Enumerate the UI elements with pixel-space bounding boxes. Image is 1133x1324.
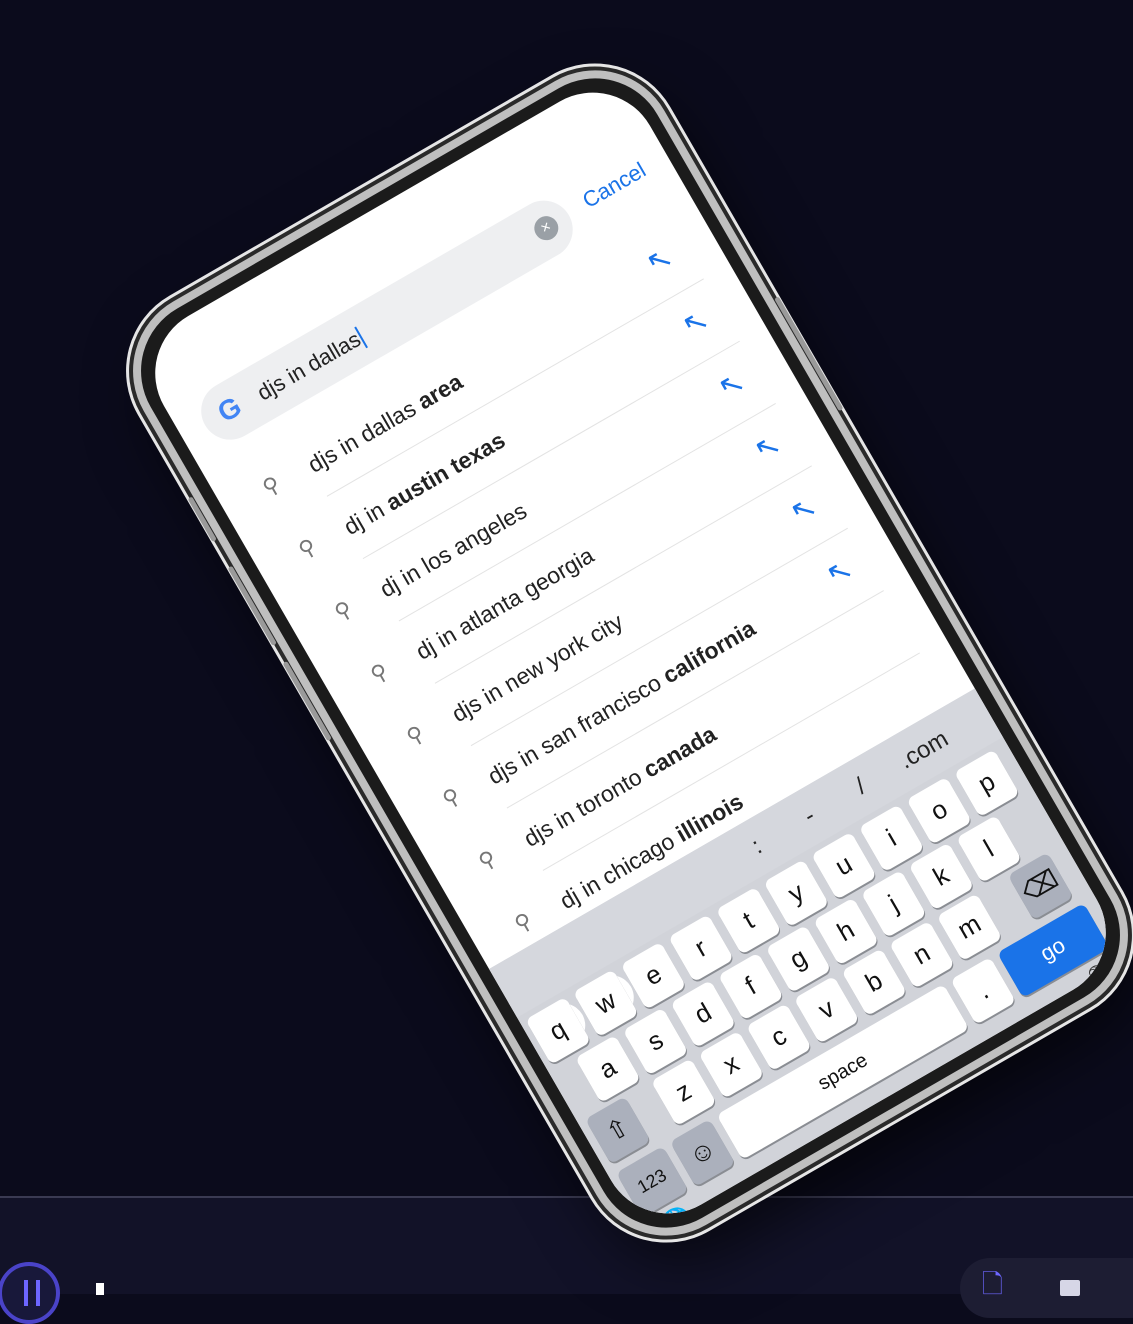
search-icon: ⚲ [329, 595, 357, 626]
key-slash[interactable]: / [851, 773, 871, 801]
key-dotcom[interactable]: .com [894, 725, 953, 775]
search-icon: ⚲ [437, 782, 465, 813]
fill-query-arrow-icon[interactable]: ↖ [674, 301, 718, 345]
key-colon[interactable]: : [747, 833, 767, 861]
key-hyphen[interactable]: - [799, 802, 820, 830]
search-icon: ⚲ [293, 533, 321, 563]
phone-screen: G djs in dallas × Cancel ⚲ djs in dallas… [131, 68, 1130, 1238]
search-icon: ⚲ [509, 907, 537, 938]
search-icon: ⚲ [401, 720, 429, 750]
document-icon: 🗋 [982, 1269, 1003, 1299]
shift-key[interactable]: ⇧ [585, 1096, 651, 1165]
dictation-icon[interactable]: 🎙 [1080, 957, 1121, 997]
cancel-button[interactable]: Cancel [578, 157, 650, 214]
go-button[interactable]: go [997, 902, 1110, 998]
brand-logo[interactable] [0, 1262, 60, 1324]
brand-name-fragment [96, 1283, 104, 1295]
document-button-label [1060, 1280, 1080, 1296]
search-query-text: djs in dallas [252, 326, 365, 406]
phone-mockup: G djs in dallas × Cancel ⚲ djs in dallas… [103, 41, 1133, 1265]
google-logo-icon: G [212, 390, 247, 429]
search-icon: ⚲ [257, 470, 285, 501]
logo-mark-icon [24, 1280, 40, 1306]
phone-mute-switch [187, 496, 217, 543]
fill-query-arrow-icon[interactable]: ↖ [710, 364, 754, 408]
fill-query-arrow-icon[interactable]: ↖ [818, 551, 862, 595]
search-icon: ⚲ [365, 657, 393, 688]
document-button[interactable]: 🗋 [960, 1258, 1133, 1318]
search-input[interactable]: djs in dallas [252, 325, 369, 407]
search-icon: ⚲ [473, 844, 501, 875]
fill-query-arrow-icon[interactable]: ↖ [782, 488, 826, 532]
fill-query-arrow-icon[interactable]: ↖ [638, 239, 682, 283]
fill-query-arrow-icon[interactable]: ↖ [746, 426, 790, 470]
clear-icon[interactable]: × [529, 211, 563, 245]
